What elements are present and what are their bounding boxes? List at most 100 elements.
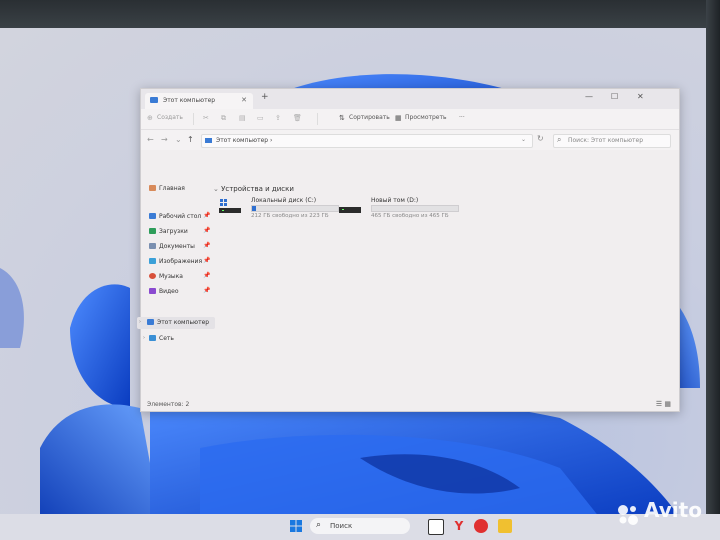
address-path: Этот компьютер › bbox=[216, 137, 273, 144]
sidebar-item-label: Загрузки bbox=[159, 228, 188, 235]
sidebar-item-video[interactable]: Видео 📌 bbox=[147, 286, 210, 298]
forward-button[interactable]: → bbox=[161, 135, 168, 144]
chevron-right-icon[interactable]: › bbox=[139, 319, 141, 325]
monitor-bezel-right bbox=[706, 0, 720, 540]
search-input[interactable]: ⌕ Поиск: Этот компьютер bbox=[553, 134, 671, 148]
create-button[interactable]: Создать bbox=[157, 114, 183, 121]
toolbar-divider bbox=[317, 113, 318, 125]
refresh-icon[interactable]: ↻ bbox=[537, 134, 544, 143]
windows-start-icon[interactable] bbox=[290, 520, 302, 532]
status-bar: Элементов: 2 ☰ ▦ bbox=[141, 399, 679, 411]
pin-icon: 📌 bbox=[203, 212, 211, 219]
copy-icon[interactable]: ⧉ bbox=[221, 114, 226, 123]
sidebar-item-label: Главная bbox=[159, 185, 185, 192]
section-title: Устройства и диски bbox=[221, 185, 294, 193]
taskbar-search-label: Поиск bbox=[330, 522, 353, 530]
sidebar-item-label: Видео bbox=[159, 288, 179, 295]
drive-d[interactable]: Новый том (D:) 465 ГБ свободно из 465 ГБ bbox=[339, 197, 459, 223]
share-icon[interactable]: ⇪ bbox=[275, 114, 281, 122]
paste-icon[interactable]: ▤ bbox=[239, 114, 246, 122]
taskbar-search[interactable]: ⌕ Поиск bbox=[310, 518, 410, 534]
pin-icon: 📌 bbox=[203, 272, 211, 279]
sidebar-item-home[interactable]: Главная bbox=[147, 183, 203, 195]
sidebar-item-downloads[interactable]: Загрузки 📌 bbox=[147, 226, 210, 238]
sidebar-item-label: Рабочий стол bbox=[159, 213, 202, 220]
task-view-icon[interactable] bbox=[428, 519, 444, 535]
search-placeholder: Поиск: Этот компьютер bbox=[568, 137, 644, 144]
yandex-browser-icon[interactable]: Y bbox=[452, 519, 466, 533]
recent-dropdown-icon[interactable]: ⌄ bbox=[175, 135, 182, 144]
drive-free-space: 212 ГБ свободно из 223 ГБ bbox=[251, 213, 329, 219]
drive-usage-bar bbox=[371, 205, 459, 212]
chevron-right-icon[interactable]: › bbox=[143, 335, 145, 341]
view-toggle-icons[interactable]: ☰ ▦ bbox=[656, 400, 671, 408]
pin-icon: 📌 bbox=[203, 257, 211, 264]
content-pane: ⌄ Устройства и диски Локальный диск (C:)… bbox=[213, 155, 673, 395]
sidebar-item-network[interactable]: › Сеть bbox=[143, 333, 203, 345]
computer-icon bbox=[150, 97, 158, 103]
chevron-down-icon[interactable]: ⌄ bbox=[213, 185, 221, 193]
video-icon bbox=[149, 288, 156, 294]
sidebar-item-music[interactable]: Музыка 📌 bbox=[147, 271, 210, 283]
navigation-pane: Главная Рабочий стол 📌 Загрузки 📌 Докуме… bbox=[137, 151, 215, 401]
avito-watermark: Avito bbox=[644, 498, 702, 522]
tab-this-pc[interactable]: Этот компьютер ✕ bbox=[145, 93, 253, 109]
minimize-button[interactable]: — bbox=[585, 92, 593, 101]
address-row: ← → ⌄ ↑ Этот компьютер › ⌄ ↻ ⌕ Поиск: Эт… bbox=[141, 130, 679, 150]
view-button[interactable]: Просмотреть bbox=[405, 114, 447, 121]
avito-logo-icon bbox=[618, 505, 638, 525]
delete-icon[interactable]: 🗑 bbox=[293, 114, 302, 122]
tab-title: Этот компьютер bbox=[163, 97, 216, 104]
view-icon: ▦ bbox=[395, 114, 402, 122]
cut-icon[interactable]: ✂ bbox=[203, 114, 209, 122]
pin-icon: 📌 bbox=[203, 227, 211, 234]
chevron-down-icon[interactable]: ⌄ bbox=[521, 136, 526, 143]
more-button[interactable]: ··· bbox=[459, 114, 465, 121]
drive-c[interactable]: Локальный диск (C:) 212 ГБ свободно из 2… bbox=[219, 197, 339, 223]
new-tab-button[interactable]: + bbox=[261, 92, 269, 102]
system-drive-icon bbox=[219, 199, 241, 213]
pictures-icon bbox=[149, 258, 156, 264]
drive-name: Локальный диск (C:) bbox=[251, 197, 317, 204]
sidebar-item-label: Сеть bbox=[159, 335, 174, 342]
download-icon bbox=[149, 228, 156, 234]
pin-icon: 📌 bbox=[203, 287, 211, 294]
drive-icon bbox=[339, 207, 361, 213]
drive-usage-fill bbox=[252, 206, 257, 211]
items-count: Элементов: 2 bbox=[147, 401, 190, 408]
drive-usage-bar bbox=[251, 205, 339, 212]
computer-icon bbox=[147, 319, 154, 325]
pin-icon: 📌 bbox=[203, 242, 211, 249]
up-button[interactable]: ↑ bbox=[187, 135, 194, 144]
file-explorer-window[interactable]: Этот компьютер ✕ + — ☐ ✕ ⊕ Создать ✂ ⧉ ▤… bbox=[137, 88, 680, 412]
sidebar-item-label: Документы bbox=[159, 243, 195, 250]
sidebar-item-documents[interactable]: Документы 📌 bbox=[147, 241, 210, 253]
sidebar-item-label: Изображения bbox=[159, 258, 203, 265]
taskbar: ⌕ Поиск Y bbox=[0, 514, 720, 540]
sidebar-item-label: Музыка bbox=[159, 273, 183, 280]
drive-free-space: 465 ГБ свободно из 465 ГБ bbox=[371, 213, 449, 219]
title-bar[interactable]: Этот компьютер ✕ + — ☐ ✕ bbox=[141, 89, 679, 109]
sidebar-item-this-pc[interactable]: › Этот компьютер bbox=[137, 317, 215, 329]
yandex-icon[interactable] bbox=[474, 519, 488, 533]
network-icon bbox=[149, 335, 156, 341]
computer-icon bbox=[205, 138, 212, 143]
back-button[interactable]: ← bbox=[147, 135, 154, 144]
desktop-icon bbox=[149, 213, 156, 219]
search-icon: ⌕ bbox=[557, 135, 562, 144]
address-bar[interactable]: Этот компьютер › ⌄ bbox=[201, 134, 533, 148]
maximize-button[interactable]: ☐ bbox=[611, 92, 618, 101]
new-icon: ⊕ bbox=[147, 114, 153, 122]
sort-icon: ⇅ bbox=[339, 114, 345, 122]
documents-icon bbox=[149, 243, 156, 249]
music-icon bbox=[149, 273, 156, 279]
section-devices-drives[interactable]: ⌄ Устройства и диски bbox=[213, 185, 294, 193]
file-explorer-taskbar-icon[interactable] bbox=[498, 519, 512, 533]
tab-close-icon[interactable]: ✕ bbox=[241, 96, 247, 104]
close-button[interactable]: ✕ bbox=[637, 92, 644, 101]
sidebar-item-pictures[interactable]: Изображения 📌 bbox=[147, 256, 210, 268]
sidebar-item-desktop[interactable]: Рабочий стол 📌 bbox=[147, 211, 210, 223]
sort-button[interactable]: Сортировать bbox=[349, 114, 390, 121]
rename-icon[interactable]: ▭ bbox=[257, 114, 264, 122]
home-icon bbox=[149, 185, 156, 191]
